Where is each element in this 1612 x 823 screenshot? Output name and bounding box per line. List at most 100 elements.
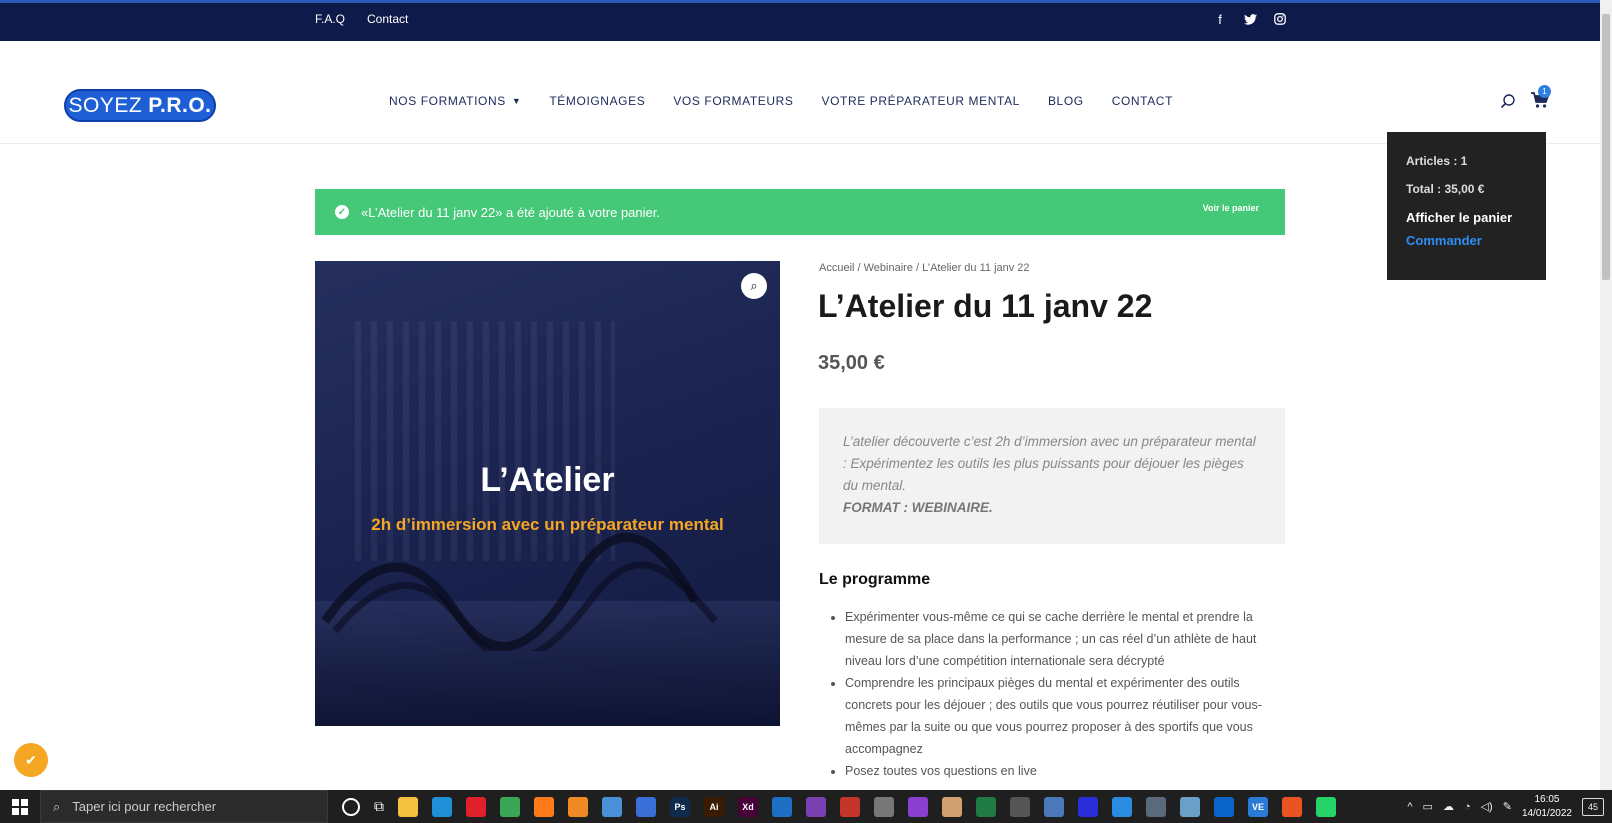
- scanner-icon[interactable]: [1044, 796, 1064, 817]
- whatsapp-icon[interactable]: [1316, 796, 1336, 817]
- illustrator-icon[interactable]: Ai: [704, 796, 724, 817]
- breadcrumb[interactable]: Accueil / Webinaire / L’Atelier du 11 ja…: [819, 262, 1030, 274]
- chrome-icon[interactable]: [500, 796, 520, 817]
- taskbar-apps: ⧉ Ps Ai Xd VE: [342, 796, 1336, 817]
- page-scrollbar[interactable]: [1600, 0, 1612, 790]
- taskbar-search[interactable]: ⌕ Taper ici pour rechercher: [40, 790, 328, 823]
- show-cart-link[interactable]: Afficher le panier: [1406, 210, 1527, 225]
- logo-text-a: SOYEZ: [68, 93, 143, 117]
- search-icon: ⌕: [53, 798, 61, 814]
- format-text: FORMAT : WEBINAIRE.: [843, 500, 993, 515]
- chevron-up-icon[interactable]: ^: [1407, 801, 1412, 813]
- gamepad-icon[interactable]: [1010, 796, 1030, 817]
- site-header: SOYEZ P.R.O. NOS FORMATIONS ▼ TÉMOIGNAGES …: [0, 41, 1600, 144]
- system-tray: ^ ▭ ☁ ◔ ◁) ✎ 16:05 14/01/2022 45: [1407, 790, 1604, 823]
- nav-label: NOS FORMATIONS: [389, 94, 506, 108]
- image-subtitle: 2h d’immersion avec un préparateur menta…: [371, 515, 724, 534]
- program-list: Expérimenter vous-même ce qui se cache d…: [845, 606, 1265, 782]
- nav-item-temoignages[interactable]: TÉMOIGNAGES: [549, 94, 645, 108]
- palette-icon[interactable]: [942, 796, 962, 817]
- clock-time: 16:05: [1534, 793, 1560, 805]
- outlook-icon[interactable]: [1214, 796, 1234, 817]
- list-item: Posez toutes vos questions en live: [845, 760, 1265, 782]
- taskbar-search-placeholder: Taper ici pour rechercher: [72, 799, 217, 814]
- twitter-icon[interactable]: [1243, 12, 1257, 26]
- safari-icon[interactable]: [1112, 796, 1132, 817]
- clock-date: 14/01/2022: [1521, 807, 1572, 819]
- start-button[interactable]: [0, 790, 40, 823]
- vs-code-icon[interactable]: VE: [1248, 796, 1268, 817]
- mini-cart-total: Total : 35,00 €: [1406, 182, 1485, 196]
- nav-item-blog[interactable]: BLOG: [1048, 94, 1084, 108]
- amazon-music-icon[interactable]: [1078, 796, 1098, 817]
- pen-icon[interactable]: ✎: [1503, 800, 1512, 813]
- list-item: Comprendre les principaux pièges du ment…: [845, 672, 1265, 760]
- page: F.A.Q Contact f SOYEZ P.R.O. NOS FORMATIO…: [0, 0, 1612, 823]
- excel-sheet-icon[interactable]: [976, 796, 996, 817]
- top-links: F.A.Q Contact: [315, 12, 408, 26]
- nav-item-formateurs[interactable]: VOS FORMATEURS: [673, 94, 793, 108]
- battle-ropes-graphic: [321, 533, 718, 651]
- chevron-down-icon: ▼: [511, 96, 522, 106]
- nav-item-preparateur[interactable]: VOTRE PRÉPARATEUR MENTAL: [822, 94, 1020, 108]
- product-price: 35,00 €: [818, 352, 885, 374]
- image-title: L’Atelier: [480, 461, 615, 499]
- product-short-description: L’atelier découverte c’est 2h d’immersio…: [819, 408, 1285, 544]
- droplet-icon[interactable]: [908, 796, 928, 817]
- file-explorer-icon[interactable]: [398, 796, 418, 817]
- logo-text-b: P.R.O.: [148, 93, 212, 117]
- list-item: Expérimenter vous-même ce qui se cache d…: [845, 606, 1265, 672]
- checkout-link[interactable]: Commander: [1406, 233, 1527, 248]
- xd-icon[interactable]: Xd: [738, 796, 758, 817]
- search-icon[interactable]: [1500, 93, 1516, 109]
- edge-icon[interactable]: [432, 796, 452, 817]
- mini-cart-articles: Articles : 1: [1406, 154, 1468, 168]
- cookie-consent-button[interactable]: ✔: [14, 743, 48, 777]
- sublime-icon[interactable]: [568, 796, 588, 817]
- check-circle-icon: ✓: [335, 205, 349, 219]
- top-bar: F.A.Q Contact f: [0, 0, 1600, 41]
- notifications-icon[interactable]: 45: [1582, 797, 1604, 816]
- windows-taskbar: ⌕ Taper ici pour rechercher ⧉ Ps Ai Xd VE ^…: [0, 790, 1612, 823]
- windows-logo-icon: [12, 798, 28, 815]
- remote-icon[interactable]: [636, 796, 656, 817]
- mini-cart: Articles : 1 Total : 35,00 € Afficher le…: [1387, 132, 1546, 280]
- alien-icon[interactable]: [874, 796, 894, 817]
- battery-icon[interactable]: ▭: [1423, 800, 1433, 813]
- program-heading: Le programme: [819, 571, 931, 588]
- notice-message: «L’Atelier du 11 janv 22» a été ajouté à…: [361, 204, 660, 220]
- task-view-icon[interactable]: ⧉: [374, 798, 384, 815]
- ubuntu-icon[interactable]: [1282, 796, 1302, 817]
- clock[interactable]: 16:05 14/01/2022: [1522, 793, 1572, 821]
- facebook-icon[interactable]: f: [1213, 12, 1227, 27]
- faq-link[interactable]: F.A.Q: [315, 12, 345, 26]
- nav-item-contact[interactable]: CONTACT: [1112, 94, 1173, 108]
- description-text: L’atelier découverte c’est 2h d’immersio…: [843, 434, 1256, 493]
- notes-icon[interactable]: [1180, 796, 1200, 817]
- cloud-icon[interactable]: ☁: [1443, 800, 1454, 813]
- cart-count-badge: 1: [1538, 85, 1551, 98]
- wifi-icon[interactable]: ◔: [1464, 801, 1471, 813]
- calculator-icon[interactable]: [1146, 796, 1166, 817]
- instagram-icon[interactable]: [1273, 12, 1287, 26]
- scrollbar-thumb[interactable]: [1602, 14, 1610, 280]
- affinity-publisher-icon[interactable]: [840, 796, 860, 817]
- social-links: f: [1213, 12, 1287, 27]
- network-icon[interactable]: [602, 796, 622, 817]
- main-nav: NOS FORMATIONS ▼ TÉMOIGNAGES VOS FORMATEU…: [389, 94, 1173, 108]
- site-logo[interactable]: SOYEZ P.R.O.: [64, 89, 216, 122]
- added-to-cart-notice: ✓ «L’Atelier du 11 janv 22» a été ajouté…: [315, 189, 1285, 235]
- view-cart-button[interactable]: Voir le panier: [1203, 203, 1259, 213]
- firefox-icon[interactable]: [534, 796, 554, 817]
- affinity-photo-icon[interactable]: [806, 796, 826, 817]
- affinity-designer-icon[interactable]: [772, 796, 792, 817]
- zoom-icon[interactable]: ⌕: [741, 273, 767, 299]
- photoshop-icon[interactable]: Ps: [670, 796, 690, 817]
- contact-link[interactable]: Contact: [367, 12, 408, 26]
- cortana-icon[interactable]: [342, 797, 360, 816]
- product-image[interactable]: ⌕ L’Atelier 2h d’immersion avec un prépa…: [315, 261, 780, 726]
- product-title: L’Atelier du 11 janv 22: [818, 288, 1153, 324]
- opera-icon[interactable]: [466, 796, 486, 817]
- nav-item-formations[interactable]: NOS FORMATIONS ▼: [389, 94, 521, 108]
- volume-icon[interactable]: ◁): [1481, 800, 1493, 813]
